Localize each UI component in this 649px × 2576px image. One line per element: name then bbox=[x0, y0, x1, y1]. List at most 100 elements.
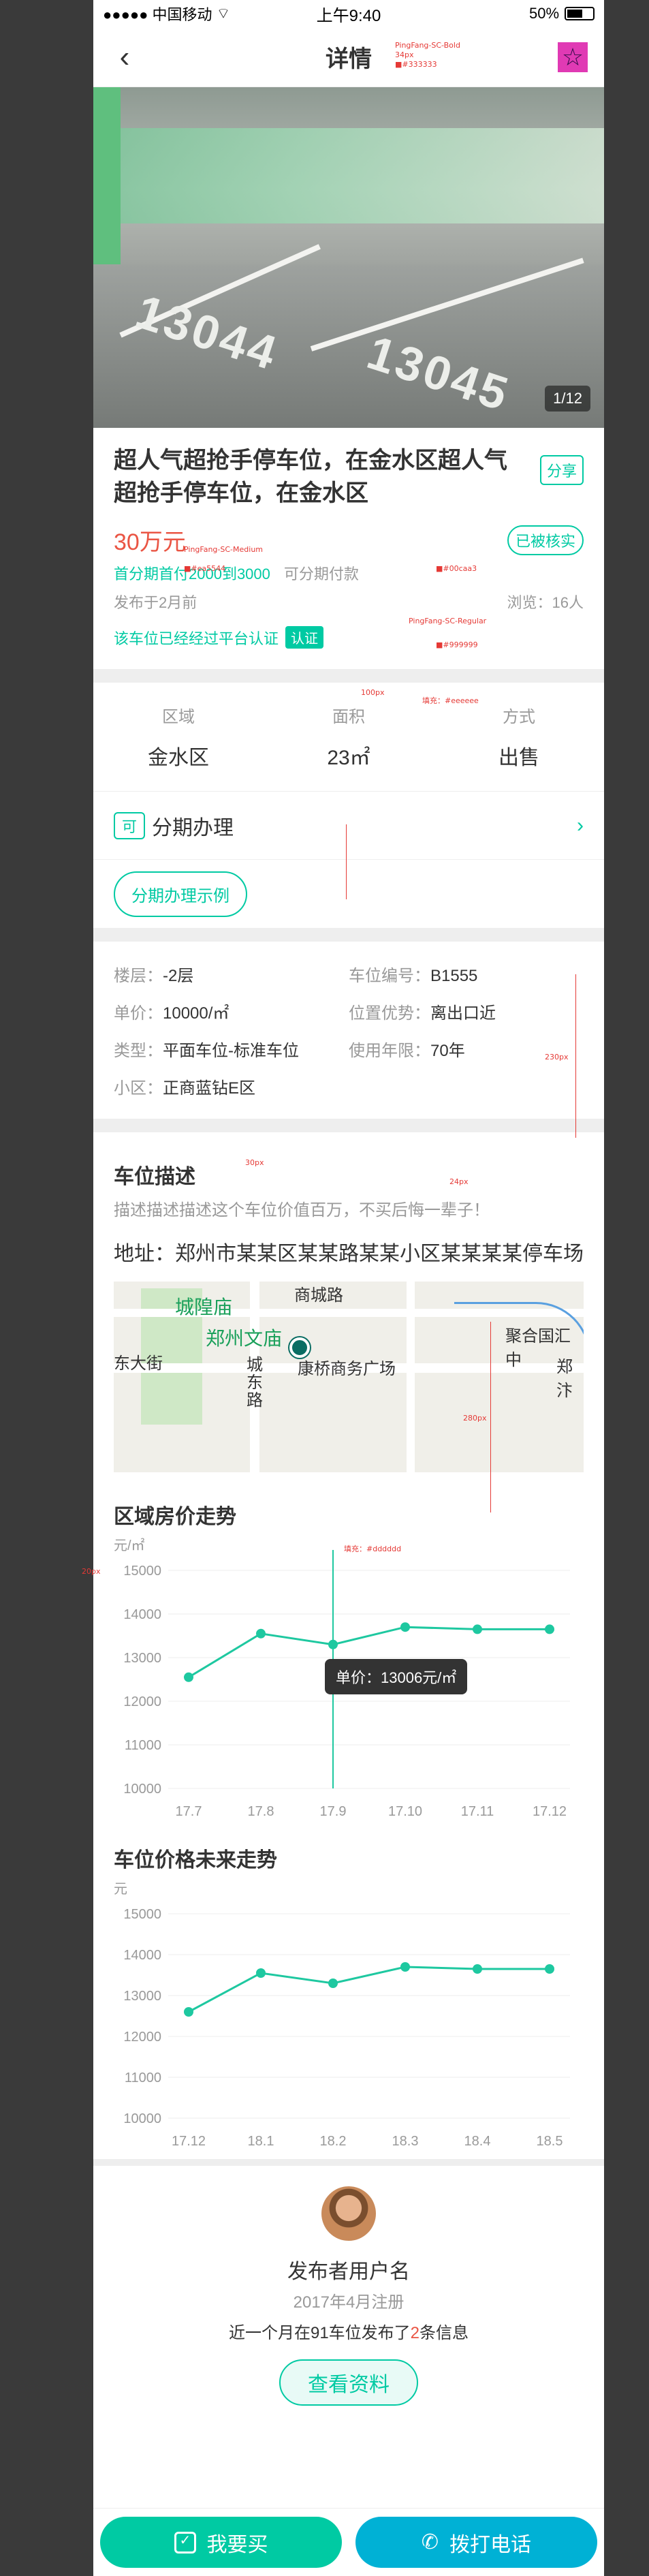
stat-prefix: 近一个月在91车位发布了 bbox=[228, 2324, 411, 2342]
description-title: 车位描述 bbox=[114, 1166, 195, 1188]
annotation: 100px bbox=[361, 688, 385, 697]
map-label: 郑州文庙 bbox=[206, 1328, 283, 1349]
annotation: 30px bbox=[245, 1158, 264, 1167]
checklist-icon bbox=[174, 2531, 196, 2554]
hero-wall bbox=[93, 128, 604, 223]
chart-point bbox=[328, 1639, 338, 1649]
annotation: PingFang-SC-Bold bbox=[395, 41, 460, 50]
installment-tag: 可 bbox=[114, 811, 146, 839]
annotation: ■#ea5544 bbox=[184, 564, 226, 573]
annotation: 280px bbox=[463, 1414, 487, 1423]
installment-row[interactable]: 可 分期办理 › bbox=[93, 792, 604, 860]
chart-point bbox=[184, 1672, 193, 1682]
attr-value: 金水区 bbox=[148, 747, 209, 769]
stat-suffix: 条信息 bbox=[420, 2324, 469, 2342]
chart-xtick-label: 18.4 bbox=[464, 2134, 491, 2149]
info-floor: 楼层：-2层 bbox=[114, 962, 349, 986]
chart-ytick-label: 14000 bbox=[123, 1607, 161, 1622]
chart-ytick-label: 11000 bbox=[125, 1738, 161, 1753]
chart-xtick-label: 18.1 bbox=[248, 2134, 274, 2149]
battery-status: 50% bbox=[430, 5, 595, 22]
page-title: 详情 bbox=[326, 46, 372, 72]
chart-ytick-label: 12000 bbox=[123, 1694, 161, 1709]
annotation: 20px bbox=[82, 1567, 101, 1576]
chart-point bbox=[184, 2007, 193, 2017]
info-key: 车位编号： bbox=[349, 967, 430, 985]
auth-row: 该车位已经经过平台认证 认证 bbox=[93, 612, 604, 669]
meta-row: 发布于2月前 浏览：16人 bbox=[93, 584, 604, 612]
map-label: 康桥商务广场 bbox=[298, 1360, 396, 1378]
publish-time: 发布于2月前 bbox=[114, 594, 197, 611]
info-value: B1555 bbox=[430, 967, 478, 985]
info-value: 平面车位-标准车位 bbox=[163, 1042, 299, 1060]
info-value: 离出口近 bbox=[430, 1004, 496, 1023]
hero-image[interactable]: 13044 13045 1/12 bbox=[93, 87, 604, 428]
chart-point bbox=[328, 1978, 338, 1988]
attr-mode: 方式 出售 bbox=[434, 703, 604, 771]
description-section: 车位描述 描述描述描述这个车位价值百万，不买后悔一辈子！ bbox=[93, 1132, 604, 1227]
annotation: 230px bbox=[545, 1053, 569, 1061]
back-icon[interactable]: ‹ bbox=[110, 40, 140, 74]
map-label: 商城路 bbox=[294, 1286, 343, 1305]
annotation: 34px bbox=[395, 50, 414, 59]
map-pin-icon bbox=[289, 1337, 310, 1358]
auth-text: 该车位已经经过平台认证 bbox=[114, 630, 279, 647]
info-type: 类型：平面车位-标准车位 bbox=[114, 1037, 349, 1061]
info-advantage: 位置优势：离出口近 bbox=[349, 999, 584, 1023]
publisher-joined: 2017年4月注册 bbox=[293, 2293, 405, 2312]
info-community: 小区：正商蓝钻E区 bbox=[114, 1074, 349, 1098]
avatar[interactable] bbox=[321, 2186, 376, 2241]
info-code: 车位编号：B1555 bbox=[349, 962, 584, 986]
location-map[interactable]: 商城路 城隍庙 郑州文庙 东大街 城东路 聚合国汇中 郑汴 康桥商务广场 bbox=[114, 1282, 584, 1472]
chart-xtick-label: 18.3 bbox=[392, 2134, 419, 2149]
chart-point bbox=[256, 1968, 266, 1978]
chart-xtick-label: 17.12 bbox=[172, 2134, 206, 2149]
info-grid: 楼层：-2层 车位编号：B1555 单价：10000/㎡ 位置优势：离出口近 类… bbox=[93, 942, 604, 1119]
battery-icon bbox=[565, 7, 595, 20]
region-chart[interactable]: 元/㎡ 10000 11000 12000 13000 14000 15000 17.7 17.… bbox=[114, 1530, 584, 1829]
chart-ytick-label: 15000 bbox=[123, 1564, 161, 1579]
view-profile-button[interactable]: 查看资料 bbox=[279, 2359, 418, 2406]
status-bar: ●●●●● 中国移动 ⌔ 上午9:40 50% bbox=[93, 0, 604, 27]
future-chart-svg: 元 10000 11000 12000 13000 14000 15000 17.12 18.1… bbox=[114, 1882, 570, 2149]
attr-size: 面积 23㎡ bbox=[264, 703, 434, 771]
address-value: 郑州市某某区某某路某某小区某某某某停车场 bbox=[175, 1243, 584, 1265]
want-buy-button[interactable]: 我要买 bbox=[100, 2517, 342, 2568]
info-value: 10000/㎡ bbox=[163, 1004, 229, 1023]
annotation: PingFang-SC-Medium bbox=[184, 545, 263, 554]
bottom-bar: 我要买 ✆ 拨打电话 bbox=[93, 2508, 604, 2576]
annotation: PingFang-SC-Regular bbox=[409, 617, 487, 625]
chevron-right-icon: › bbox=[577, 813, 584, 837]
chart-ytick-label: 14000 bbox=[123, 1948, 161, 1963]
installment-example-button[interactable]: 分期办理示例 bbox=[114, 871, 247, 917]
verified-badge: 已被核实 bbox=[507, 525, 584, 555]
info-key: 使用年限： bbox=[349, 1042, 430, 1060]
annotation: ■#999999 bbox=[436, 640, 478, 649]
publisher-card: 发布者用户名 2017年4月注册 近一个月在91车位发布了2条信息 查看资料 bbox=[93, 2166, 604, 2419]
phone-icon: ✆ bbox=[421, 2531, 439, 2554]
info-value: -2层 bbox=[163, 967, 194, 985]
chart-point bbox=[256, 1628, 266, 1639]
chart-xtick-label: 18.5 bbox=[537, 2134, 563, 2149]
share-button[interactable]: 分享 bbox=[539, 455, 584, 485]
favorite-star-icon[interactable]: ☆ bbox=[558, 42, 588, 72]
region-price-chart-section: 区域房价走势 元/㎡ 10000 11000 12000 13000 14000 15000… bbox=[93, 1472, 604, 1829]
installment-note: 可分期付款 bbox=[283, 565, 359, 583]
info-value: 70年 bbox=[430, 1042, 465, 1060]
attr-value: 出售 bbox=[498, 747, 539, 769]
info-key: 小区： bbox=[114, 1079, 163, 1098]
call-button[interactable]: ✆ 拨打电话 bbox=[355, 2517, 597, 2568]
chart-point bbox=[400, 1962, 410, 1972]
info-value: 正商蓝钻E区 bbox=[163, 1079, 256, 1098]
info-key: 楼层： bbox=[114, 967, 163, 985]
divider bbox=[93, 669, 604, 683]
chart-ytick-label: 13000 bbox=[123, 1989, 161, 2004]
chart-ylabel: 元 bbox=[114, 1882, 127, 1897]
want-buy-label: 我要买 bbox=[206, 2533, 268, 2556]
divider bbox=[93, 2159, 604, 2166]
auth-badge: 认证 bbox=[285, 626, 324, 649]
chart-xtick-label: 18.2 bbox=[320, 2134, 347, 2149]
chart-xtick-label: 17.7 bbox=[176, 1804, 202, 1819]
stat-count: 2 bbox=[410, 2324, 420, 2342]
future-chart[interactable]: 元 10000 11000 12000 13000 14000 15000 17.12 18.1… bbox=[114, 1873, 584, 2159]
